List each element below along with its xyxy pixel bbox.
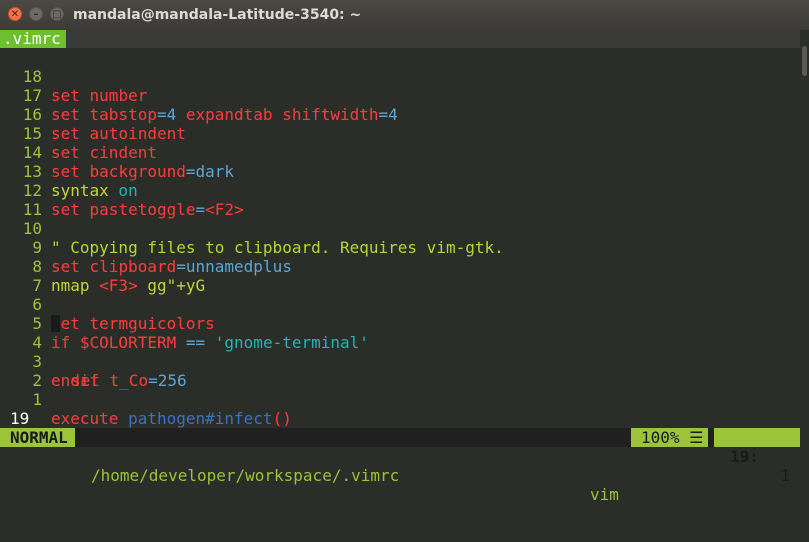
code-line: 2 [0, 352, 800, 390]
code-line: 12 set pastetoggle=<F2> [0, 162, 800, 219]
scroll-percent: 100% ☰ [631, 428, 708, 447]
indent-marker [51, 315, 60, 332]
cursor-line: 19: [730, 447, 759, 466]
code-line: 4 set t_Co=256 [0, 314, 800, 390]
code-line: 5 if $COLORTERM == 'gnome-terminal' [0, 295, 800, 352]
minimize-window-button[interactable]: – [29, 7, 43, 21]
file-path: /home/developer/workspace/.vimrc [91, 466, 400, 485]
vim-statusline: NORMAL /home/developer/workspace/.vimrc … [0, 428, 800, 504]
code-line: 16 set autoindent [0, 86, 800, 143]
code-line: 8 nmap <F3> gg"+yG [0, 238, 800, 295]
code-line: 1 execute pathogen#infect() [0, 371, 800, 428]
code-line: 9 set clipboard=unnamedplus [0, 219, 800, 276]
empty-buffer-line: ~ [0, 409, 800, 447]
maximize-window-button[interactable]: □ [50, 7, 64, 21]
filetype-indicator: vim [590, 485, 619, 504]
close-window-button[interactable]: ✕ [8, 7, 22, 21]
cursor-column: 1 [780, 466, 790, 485]
code-line: 10 " Copying files to clipboard. Require… [0, 200, 800, 257]
code-line: 3 endif [0, 333, 800, 390]
code-line: 11 [0, 181, 800, 219]
code-line: 7 [0, 257, 800, 295]
code-line: 17 set tabstop=4 expandtab shiftwidth=4 [0, 67, 800, 124]
tab-vimrc[interactable]: .vimrc [0, 30, 66, 48]
terminal-scrollbar[interactable] [800, 30, 809, 486]
mode-indicator: NORMAL [0, 428, 75, 447]
code-line: 6 set termguicolors [0, 276, 800, 333]
current-line: 19 filetype plugin indent on [0, 390, 800, 447]
editor-buffer[interactable]: 18 set number 17 set tabstop=4 expandtab… [0, 48, 800, 447]
window-title: mandala@mandala-Latitude-3540: ~ [73, 7, 362, 23]
code-line: 18 set number [0, 48, 800, 105]
code-line: 13 syntax on [0, 143, 800, 200]
window-titlebar: ✕ – □ mandala@mandala-Latitude-3540: ~ [0, 0, 809, 31]
scrollbar-thumb[interactable] [802, 46, 807, 76]
code-line: 14 set background=dark [0, 124, 800, 181]
vim-tabline: .vimrc [0, 30, 800, 48]
code-line: 15 set cindent [0, 105, 800, 162]
cursor-position: 19: 1 [714, 428, 800, 485]
